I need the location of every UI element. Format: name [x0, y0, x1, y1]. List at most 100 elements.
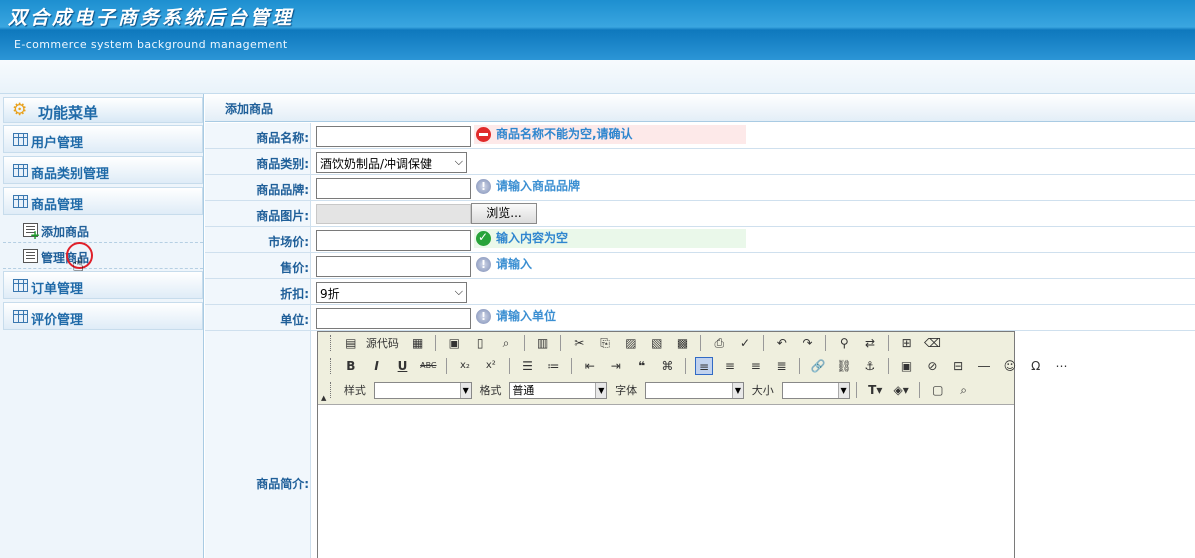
sidebar-item-users[interactable]: 用户管理 [3, 125, 203, 153]
indent-icon[interactable]: ⇥ [607, 357, 625, 375]
smiley-icon[interactable]: ☺ [1001, 357, 1019, 375]
blockquote-icon[interactable]: ❝ [633, 357, 651, 375]
show-blocks-icon[interactable]: ⌕ [955, 381, 973, 399]
replace-icon[interactable]: ⇄ [861, 334, 879, 352]
toolbar-separator [887, 358, 889, 374]
subscript-icon[interactable]: x₂ [456, 357, 474, 375]
product-name-input[interactable] [316, 126, 471, 147]
sidebar-item-label: 商品管理 [31, 198, 84, 213]
toolbar-collapse-icon[interactable]: ▲ [321, 394, 326, 402]
link-icon[interactable]: 🔗 [809, 357, 827, 375]
italic-icon[interactable]: I [368, 357, 386, 375]
sidebar-item-categories[interactable]: 商品类别管理 [3, 156, 203, 184]
background-color-icon[interactable]: ◈▾ [892, 381, 910, 399]
print-icon[interactable]: ⎙ [710, 334, 728, 352]
page-break-icon[interactable]: ⋯ [1053, 357, 1071, 375]
special-char-icon[interactable]: Ω [1027, 357, 1045, 375]
brand-hint: 请输入商品品牌 [474, 177, 580, 196]
browse-button[interactable]: 浏览... [471, 203, 537, 224]
style-combo[interactable]: ▼ [373, 381, 472, 399]
flash-icon[interactable]: ⊘ [923, 357, 941, 375]
paste-text-icon[interactable]: ▧ [648, 334, 666, 352]
save-icon[interactable]: ▣ [445, 334, 463, 352]
size-combo[interactable]: ▼ [781, 381, 850, 399]
form-row-unit: 单位: 请输入单位 [205, 305, 1195, 331]
horizontal-rule-icon[interactable]: ― [975, 357, 993, 375]
format-combo[interactable]: 普通 ▼ [509, 381, 608, 399]
sale-price-input[interactable] [316, 256, 471, 277]
copy-icon[interactable]: ⎘ [596, 334, 614, 352]
bulleted-list-icon[interactable]: ≔ [544, 357, 562, 375]
list-document-icon [23, 249, 38, 263]
select-all-icon[interactable]: ⊞ [898, 334, 916, 352]
sidebar-subitem-add-product[interactable]: 添加商品 [3, 217, 203, 243]
div-container-icon[interactable]: ⌘ [658, 357, 676, 375]
chevron-down-icon: ▼ [837, 382, 849, 398]
market-price-input[interactable] [316, 230, 471, 251]
table-icon [13, 279, 28, 292]
numbered-list-icon[interactable]: ☰ [518, 357, 536, 375]
product-brand-input[interactable] [316, 178, 471, 199]
category-select[interactable]: 酒饮奶制品/冲调保健 ⌵ [316, 152, 467, 173]
form-row-price: 售价: 请输入 [205, 253, 1195, 279]
rich-text-editor: ▤ 源代码 ▦ ▣ ▯ ⌕ ▥ ✂ ⎘ ▨ ▧ ▩ ⎙ ✓ ↶ ↷ ⚲ ⇄ ⊞ … [317, 331, 1068, 558]
align-center-icon[interactable]: ≡ [721, 357, 739, 375]
hint-text: 请输入 [496, 257, 533, 271]
anchor-icon[interactable]: ⚓ [861, 357, 879, 375]
cut-icon[interactable]: ✂ [570, 334, 588, 352]
field-label-cell: 商品图片: [205, 201, 311, 226]
image-icon[interactable]: ▣ [898, 357, 916, 375]
toolbar-row-3: 样式 ▼ 格式 普通 ▼ 字体 ▼ 大小 ▼ T▾ ◈▾ ▢ ⌕ [330, 381, 975, 403]
toolbar-grip [330, 335, 333, 351]
strikethrough-icon[interactable]: ABC [419, 357, 437, 375]
sidebar-item-orders[interactable]: 订单管理 [3, 271, 203, 299]
sidebar-item-label: 用户管理 [31, 136, 84, 151]
align-justify-icon[interactable]: ≣ [773, 357, 791, 375]
sidebar-item-products[interactable]: 商品管理 [3, 187, 203, 215]
template-icon[interactable]: ▥ [534, 334, 552, 352]
source-button[interactable]: 源代码 [362, 335, 403, 351]
toolbar-separator [685, 358, 687, 374]
sidebar-item-label: 评价管理 [31, 313, 84, 328]
align-right-icon[interactable]: ≡ [747, 357, 765, 375]
editor-content-area[interactable] [318, 406, 1014, 558]
field-label-cell: 商品类别: [205, 149, 311, 174]
table-insert-icon[interactable]: ⊟ [949, 357, 967, 375]
redo-icon[interactable]: ↷ [799, 334, 817, 352]
font-label: 字体 [615, 384, 638, 397]
templates-icon[interactable]: ▦ [409, 334, 427, 352]
maximize-icon[interactable]: ▢ [929, 381, 947, 399]
gear-icon: ⚙ [12, 100, 28, 120]
chevron-down-icon: ⌵ [454, 155, 463, 168]
toolbar-separator [560, 335, 562, 351]
eraser-icon[interactable]: ⌫ [924, 334, 942, 352]
unlink-icon[interactable]: ⛓ [835, 357, 853, 375]
bold-icon[interactable]: B [342, 357, 360, 375]
align-left-icon[interactable]: ≡ [695, 357, 714, 375]
image-file-path[interactable] [316, 204, 471, 224]
unit-input[interactable] [316, 308, 471, 329]
undo-icon[interactable]: ↶ [773, 334, 791, 352]
find-icon[interactable]: ⚲ [835, 334, 853, 352]
paste-word-icon[interactable]: ▩ [674, 334, 692, 352]
discount-select[interactable]: 9折 ⌵ [316, 282, 467, 303]
superscript-icon[interactable]: x² [482, 357, 500, 375]
sidebar-item-reviews[interactable]: 评价管理 [3, 302, 203, 330]
outdent-icon[interactable]: ⇤ [581, 357, 599, 375]
toolbar-row-1: ▤ 源代码 ▦ ▣ ▯ ⌕ ▥ ✂ ⎘ ▨ ▧ ▩ ⎙ ✓ ↶ ↷ ⚲ ⇄ ⊞ … [330, 334, 944, 356]
sidebar-subitem-label: 添加商品 [41, 225, 90, 239]
underline-icon[interactable]: U [393, 357, 411, 375]
format-label: 格式 [479, 384, 502, 397]
table-icon [13, 133, 28, 146]
info-icon [476, 309, 491, 324]
paste-icon[interactable]: ▨ [622, 334, 640, 352]
source-icon: ▤ [345, 336, 357, 350]
select-value: 9折 [320, 287, 340, 301]
spellcheck-icon[interactable]: ✓ [736, 334, 754, 352]
sidebar-subitem-manage-products[interactable]: 管理商品 [3, 243, 203, 269]
font-combo[interactable]: ▼ [644, 381, 744, 399]
new-page-icon[interactable]: ▯ [471, 334, 489, 352]
form-row-category: 商品类别: 酒饮奶制品/冲调保健 ⌵ [205, 149, 1195, 175]
preview-icon[interactable]: ⌕ [497, 334, 515, 352]
text-color-icon[interactable]: T▾ [866, 381, 884, 399]
